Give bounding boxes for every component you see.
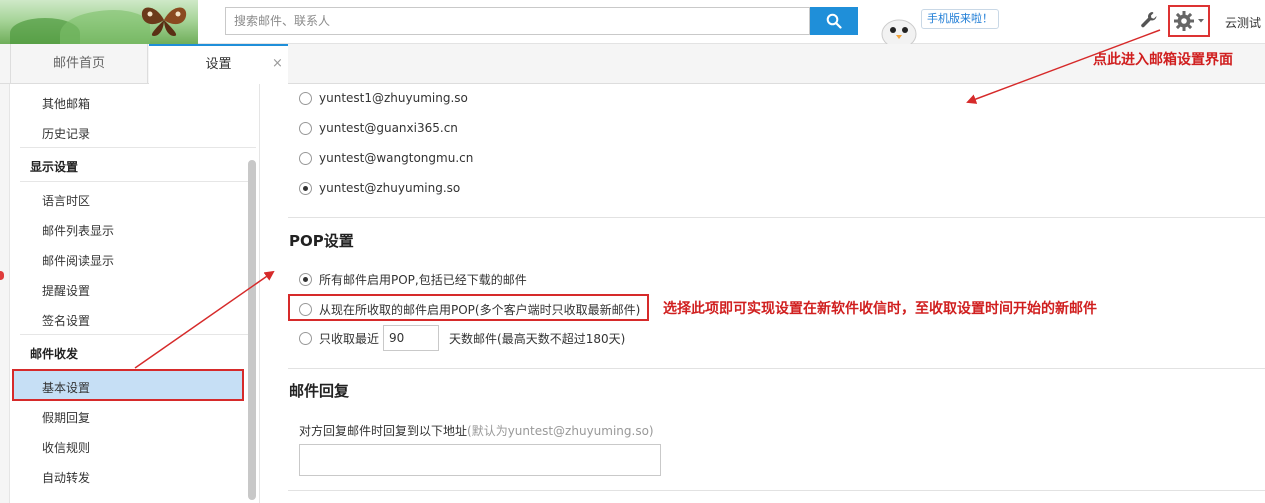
radio-button-selected[interactable]	[299, 181, 312, 195]
pop-option-recent-days[interactable]: 只收取最近 天数邮件(最高天数不超过180天)	[299, 324, 625, 352]
tab-mail-home[interactable]: 邮件首页	[10, 44, 148, 84]
account-label: yuntest@wangtongmu.cn	[319, 151, 474, 165]
sidebar-item-reminder[interactable]: 提醒设置	[42, 282, 90, 299]
pop-annotation-text: 选择此项即可实现设置在新软件收信时，至收取设置时间开始的新邮件	[663, 301, 1097, 317]
sidebar-group-display: 显示设置	[30, 160, 79, 174]
account-option[interactable]: yuntest@guanxi365.cn	[299, 118, 458, 138]
sidebar-item-vacation-reply[interactable]: 假期回复	[42, 409, 90, 426]
search-input[interactable]	[226, 8, 809, 34]
radio-button[interactable]	[299, 91, 312, 105]
gear-icon	[1174, 11, 1194, 31]
gear-annotation-text: 点此进入邮箱设置界面	[1093, 52, 1233, 68]
penguin-mascot-icon	[881, 19, 917, 44]
days-suffix-label: 天数邮件(最高天数不超过180天)	[449, 331, 626, 346]
account-label: yuntest1@zhuyuming.so	[319, 91, 468, 105]
pop-option-label: 所有邮件启用POP,包括已经下载的邮件	[319, 272, 527, 287]
search-icon	[826, 13, 842, 29]
logo-banner	[0, 0, 198, 44]
reply-default-hint: (默认为yuntest@zhuyuming.so)	[467, 424, 654, 438]
sidebar-item-other-mailbox[interactable]: 其他邮箱	[42, 95, 90, 112]
sidebar-item-auto-forward[interactable]: 自动转发	[42, 469, 90, 486]
search-box[interactable]	[225, 7, 810, 35]
mobile-version-badge[interactable]: 手机版来啦！	[921, 9, 999, 29]
reply-section-title: 邮件回复	[289, 382, 350, 400]
user-name[interactable]: 云测试	[1225, 14, 1261, 31]
pop-option-all[interactable]: 所有邮件启用POP,包括已经下载的邮件	[299, 269, 527, 289]
chevron-down-icon	[1198, 19, 1204, 23]
account-option[interactable]: yuntest@wangtongmu.cn	[299, 148, 473, 168]
close-icon[interactable]: ×	[272, 44, 283, 84]
tab-settings[interactable]: 设置	[149, 44, 288, 85]
pop-option-label: 只收取最近	[319, 331, 380, 346]
wrench-icon[interactable]	[1139, 10, 1159, 30]
tab-bar: 邮件首页 设置 ×	[0, 44, 1265, 85]
account-option[interactable]: yuntest@zhuyuming.so	[299, 178, 460, 198]
notification-dot	[0, 271, 4, 280]
settings-sidebar: 其他邮箱 历史记录 显示设置 语言时区 邮件列表显示 邮件阅读显示 提醒设置 签…	[10, 84, 260, 503]
sidebar-item-inbox-rules[interactable]: 收信规则	[42, 439, 90, 456]
pop-section-title: POP设置	[289, 232, 354, 250]
account-label: yuntest@guanxi365.cn	[319, 121, 458, 135]
sidebar-item-read-display[interactable]: 邮件阅读显示	[42, 252, 114, 269]
basic-settings-highlight-box	[12, 369, 244, 401]
reply-address-input[interactable]	[299, 444, 661, 476]
account-label: yuntest@zhuyuming.so	[319, 181, 461, 195]
top-bar: 手机版来啦！ 云测试	[0, 0, 1265, 44]
radio-button[interactable]	[299, 121, 312, 135]
radio-button-selected[interactable]	[299, 272, 312, 286]
reply-address-label: 对方回复邮件时回复到以下地址(默认为yuntest@zhuyuming.so)	[299, 424, 654, 438]
sidebar-item-list-display[interactable]: 邮件列表显示	[42, 222, 114, 239]
search-button[interactable]	[810, 7, 858, 35]
sidebar-item-signature[interactable]: 签名设置	[42, 312, 90, 329]
butterfly-icon	[141, 7, 187, 36]
settings-gear-button[interactable]	[1168, 5, 1210, 37]
pop-option-highlight-box	[288, 294, 649, 321]
sidebar-item-history[interactable]: 历史记录	[42, 125, 90, 142]
sidebar-item-language-timezone[interactable]: 语言时区	[42, 192, 90, 209]
radio-button[interactable]	[299, 331, 312, 345]
account-option[interactable]: yuntest1@zhuyuming.so	[299, 88, 468, 108]
days-input[interactable]	[383, 325, 440, 351]
radio-button[interactable]	[299, 151, 312, 165]
left-strip	[0, 84, 10, 503]
sidebar-scrollbar[interactable]	[248, 160, 256, 500]
sidebar-group-send-receive: 邮件收发	[30, 347, 79, 361]
